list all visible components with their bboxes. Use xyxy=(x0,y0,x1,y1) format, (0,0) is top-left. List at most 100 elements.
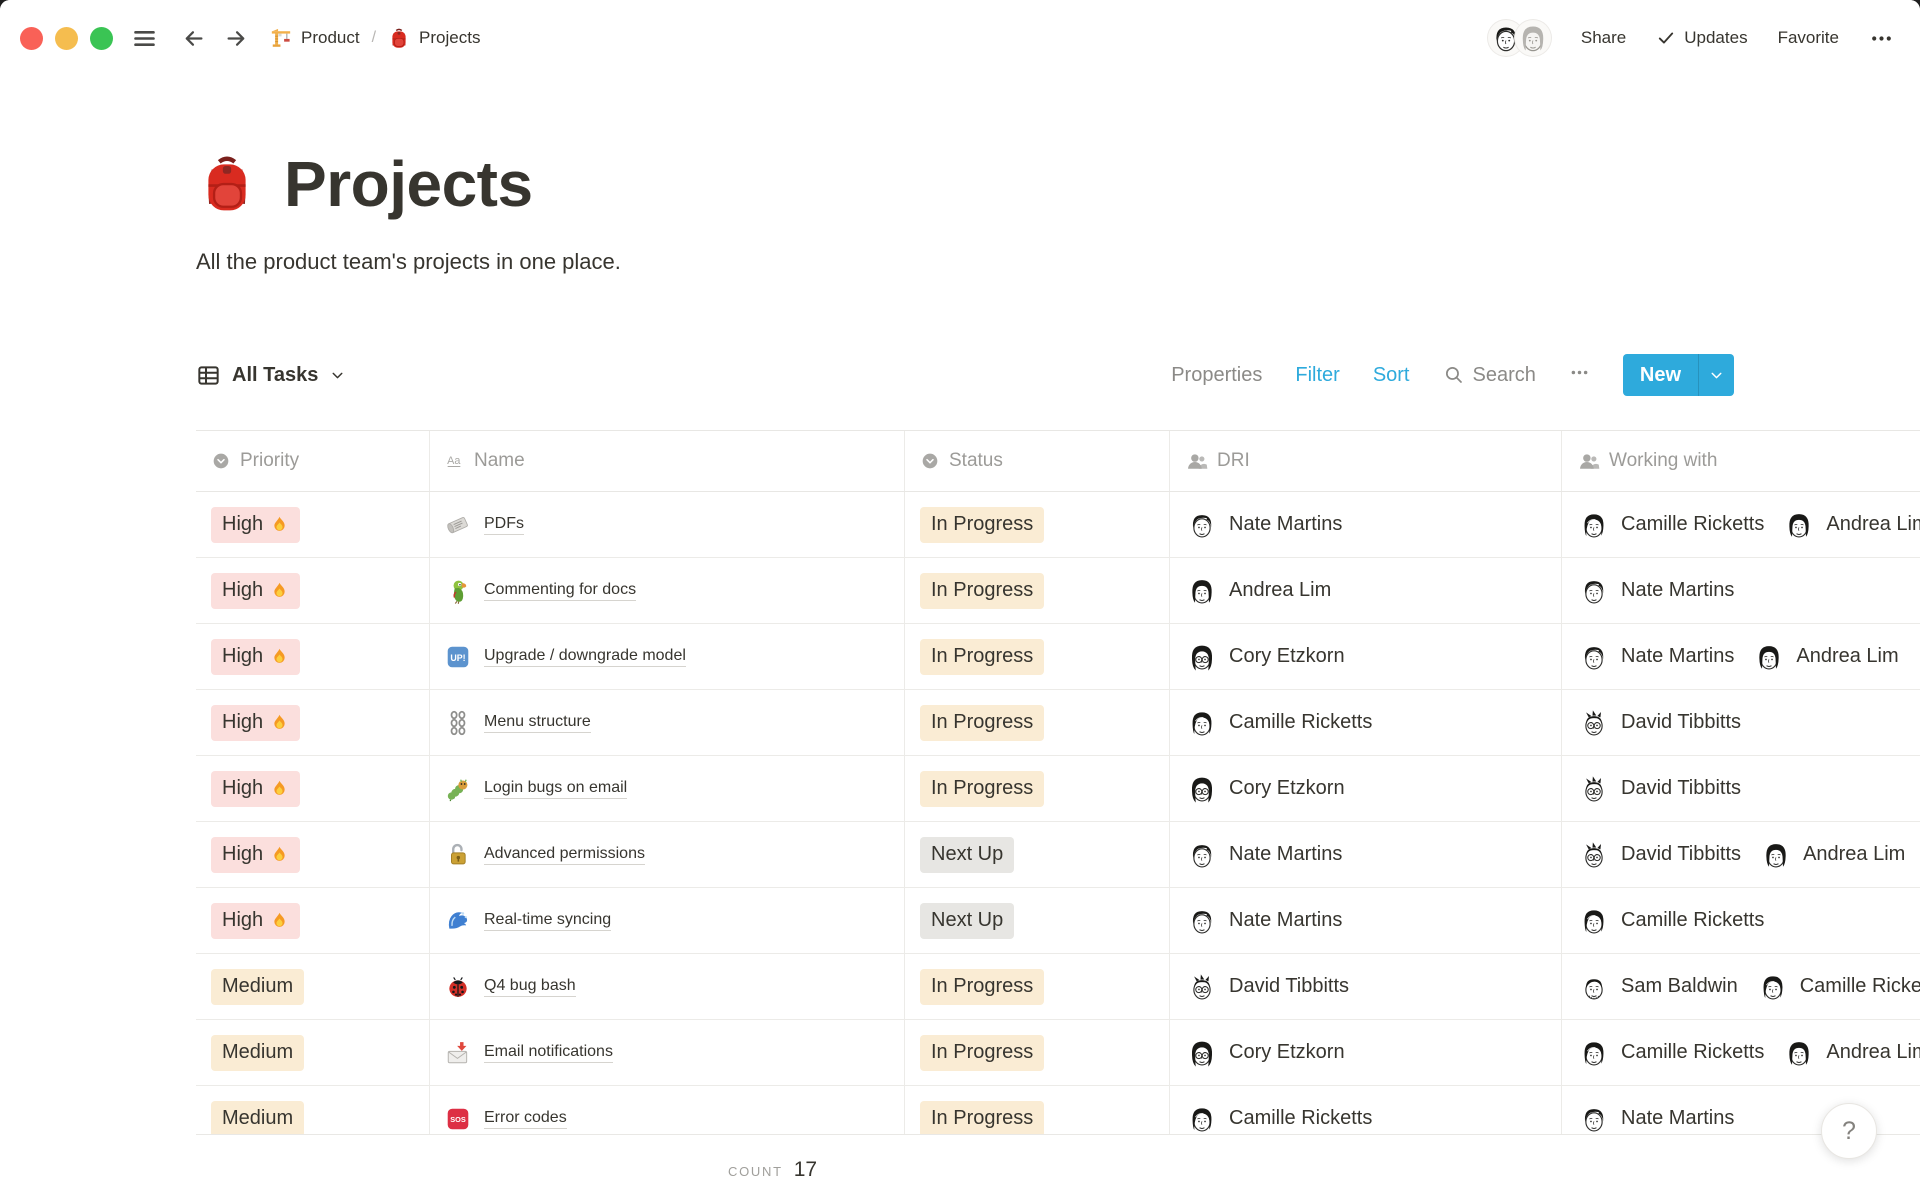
cell-priority[interactable]: High xyxy=(196,558,430,623)
person-chip[interactable]: Camille Ricketts xyxy=(1577,1036,1764,1070)
page-icon-backpack[interactable] xyxy=(196,152,258,219)
page-link[interactable]: Login bugs on email xyxy=(484,779,627,799)
person-chip[interactable]: Nate Martins xyxy=(1185,904,1342,938)
cell-dri[interactable]: Cory Etzkorn xyxy=(1170,624,1562,689)
person-chip[interactable]: Andrea Lim xyxy=(1185,574,1331,608)
more-button[interactable] xyxy=(1869,26,1894,51)
cell-dri[interactable]: David Tibbitts xyxy=(1170,954,1562,1019)
person-chip[interactable]: David Tibbitts xyxy=(1577,706,1741,740)
person-chip[interactable]: Camille Ricketts xyxy=(1577,508,1764,542)
column-header-name[interactable]: AaName xyxy=(430,431,905,491)
cell-working-with[interactable]: Camille Ricketts Andrea Lim xyxy=(1562,492,1920,557)
person-chip[interactable]: Cory Etzkorn xyxy=(1185,772,1345,806)
cell-name[interactable]: Advanced permissions xyxy=(430,822,905,887)
filter-button[interactable]: Filter xyxy=(1295,364,1339,387)
avatar-woman[interactable] xyxy=(1515,20,1551,56)
person-chip[interactable]: Andrea Lim xyxy=(1782,1036,1920,1070)
cell-status[interactable]: In Progress xyxy=(905,624,1170,689)
toolbar-more-button[interactable] xyxy=(1569,362,1590,389)
page-link[interactable]: Commenting for docs xyxy=(484,581,636,601)
person-chip[interactable]: Andrea Lim xyxy=(1782,508,1920,542)
person-chip[interactable]: Nate Martins xyxy=(1577,1102,1734,1136)
cell-dri[interactable]: Nate Martins xyxy=(1170,888,1562,953)
help-button[interactable]: ? xyxy=(1821,1103,1877,1159)
table-count[interactable]: COUNT 17 xyxy=(728,1158,817,1182)
cell-working-with[interactable]: David Tibbitts Andrea Lim xyxy=(1562,822,1920,887)
cell-dri[interactable]: Cory Etzkorn xyxy=(1170,756,1562,821)
person-chip[interactable]: Camille Ricketts xyxy=(1185,706,1372,740)
share-button[interactable]: Share xyxy=(1581,28,1626,48)
cell-priority[interactable]: High xyxy=(196,756,430,821)
cell-dri[interactable]: Andrea Lim xyxy=(1170,558,1562,623)
minimize-button[interactable] xyxy=(55,27,78,50)
cell-status[interactable]: In Progress xyxy=(905,1086,1170,1135)
new-dropdown-button[interactable] xyxy=(1698,354,1734,396)
cell-working-with[interactable]: Camille Ricketts xyxy=(1562,888,1920,953)
column-header-priority[interactable]: Priority xyxy=(196,431,430,491)
new-button[interactable]: New xyxy=(1623,354,1698,396)
cell-dri[interactable]: Cory Etzkorn xyxy=(1170,1020,1562,1085)
person-chip[interactable]: Cory Etzkorn xyxy=(1185,1036,1345,1070)
cell-priority[interactable]: High xyxy=(196,888,430,953)
page-link[interactable]: Real-time syncing xyxy=(484,911,611,931)
back-button[interactable] xyxy=(180,25,207,52)
cell-working-with[interactable]: David Tibbitts xyxy=(1562,690,1920,755)
cell-working-with[interactable]: Nate Martins xyxy=(1562,558,1920,623)
cell-status[interactable]: In Progress xyxy=(905,558,1170,623)
properties-button[interactable]: Properties xyxy=(1171,364,1262,387)
page-link[interactable]: Q4 bug bash xyxy=(484,977,576,997)
person-chip[interactable]: Nate Martins xyxy=(1185,838,1342,872)
zoom-button[interactable] xyxy=(90,27,113,50)
column-header-working[interactable]: Working with xyxy=(1562,431,1920,491)
person-chip[interactable]: David Tibbitts xyxy=(1185,970,1349,1004)
cell-name[interactable]: SOSError codes xyxy=(430,1086,905,1135)
cell-priority[interactable]: High xyxy=(196,690,430,755)
page-link[interactable]: Advanced permissions xyxy=(484,845,645,865)
cell-name[interactable]: Login bugs on email xyxy=(430,756,905,821)
cell-name[interactable]: Menu structure xyxy=(430,690,905,755)
cell-name[interactable]: Real-time syncing xyxy=(430,888,905,953)
cell-name[interactable]: Q4 bug bash xyxy=(430,954,905,1019)
cell-working-with[interactable]: Camille Ricketts Andrea Lim xyxy=(1562,1020,1920,1085)
view-switcher-all-tasks[interactable]: All Tasks xyxy=(196,363,346,388)
cell-priority[interactable]: High xyxy=(196,492,430,557)
cell-dri[interactable]: Camille Ricketts xyxy=(1170,1086,1562,1135)
cell-dri[interactable]: Nate Martins xyxy=(1170,492,1562,557)
cell-status[interactable]: Next Up xyxy=(905,822,1170,887)
page-link[interactable]: Menu structure xyxy=(484,713,591,733)
sidebar-menu-button[interactable] xyxy=(131,25,158,52)
cell-name[interactable]: Email notifications xyxy=(430,1020,905,1085)
cell-name[interactable]: Commenting for docs xyxy=(430,558,905,623)
person-chip[interactable]: Camille Ricketts xyxy=(1756,970,1920,1004)
page-link[interactable]: Upgrade / downgrade model xyxy=(484,647,686,667)
page-link[interactable]: Email notifications xyxy=(484,1043,613,1063)
avatar-stack[interactable] xyxy=(1488,20,1551,56)
person-chip[interactable]: Nate Martins xyxy=(1577,574,1734,608)
person-chip[interactable]: Andrea Lim xyxy=(1759,838,1905,872)
cell-status[interactable]: In Progress xyxy=(905,690,1170,755)
cell-dri[interactable]: Camille Ricketts xyxy=(1170,690,1562,755)
sort-button[interactable]: Sort xyxy=(1373,364,1410,387)
person-chip[interactable]: Sam Baldwin xyxy=(1577,970,1738,1004)
column-header-dri[interactable]: DRI xyxy=(1170,431,1562,491)
column-header-status[interactable]: Status xyxy=(905,431,1170,491)
cell-priority[interactable]: Medium xyxy=(196,1086,430,1135)
cell-name[interactable]: PDFs xyxy=(430,492,905,557)
page-link[interactable]: PDFs xyxy=(484,515,524,535)
breadcrumb-item-product[interactable]: Product xyxy=(270,27,360,49)
cell-priority[interactable]: High xyxy=(196,822,430,887)
person-chip[interactable]: Nate Martins xyxy=(1577,640,1734,674)
person-chip[interactable]: David Tibbitts xyxy=(1577,838,1741,872)
cell-status[interactable]: In Progress xyxy=(905,492,1170,557)
person-chip[interactable]: Nate Martins xyxy=(1185,508,1342,542)
person-chip[interactable]: Andrea Lim xyxy=(1752,640,1898,674)
cell-working-with[interactable]: Nate Martins Andrea Lim xyxy=(1562,624,1920,689)
forward-button[interactable] xyxy=(223,25,250,52)
favorite-button[interactable]: Favorite xyxy=(1778,28,1839,48)
cell-priority[interactable]: Medium xyxy=(196,1020,430,1085)
cell-status[interactable]: In Progress xyxy=(905,1020,1170,1085)
cell-working-with[interactable]: David Tibbitts xyxy=(1562,756,1920,821)
cell-priority[interactable]: Medium xyxy=(196,954,430,1019)
updates-button[interactable]: Updates xyxy=(1656,28,1747,48)
search-button[interactable]: Search xyxy=(1443,364,1536,387)
